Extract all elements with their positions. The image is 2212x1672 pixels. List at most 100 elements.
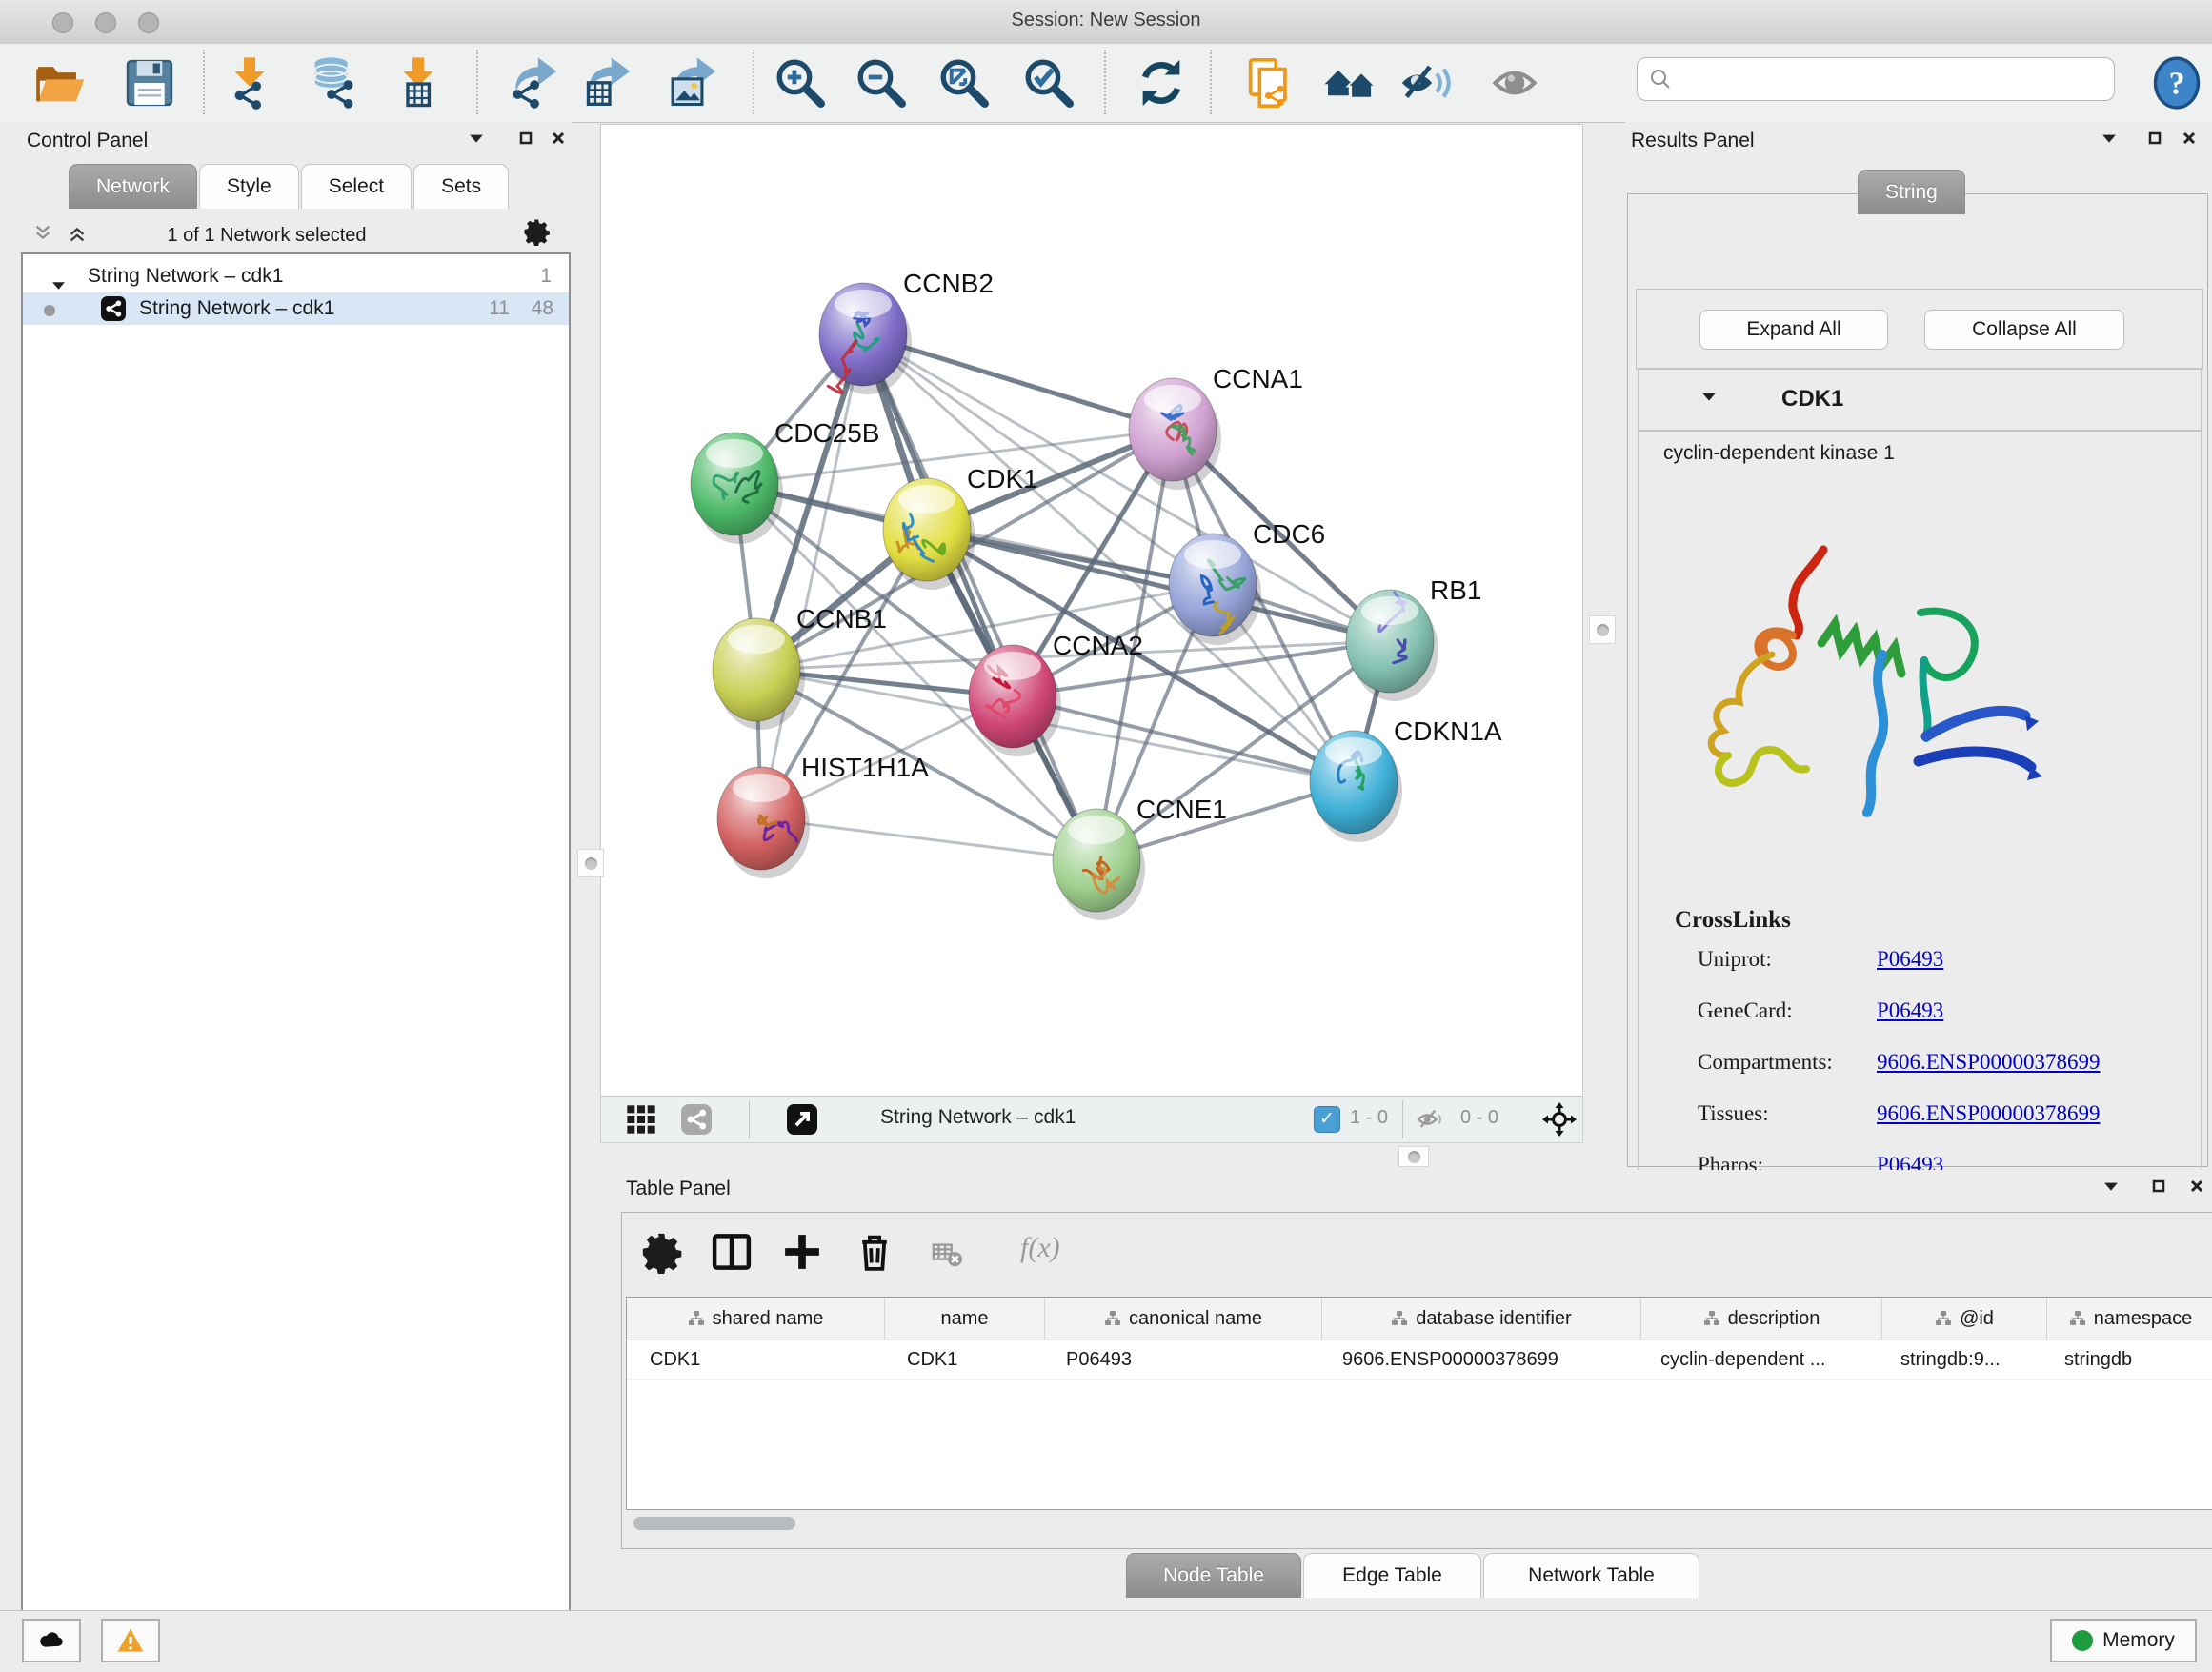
tab-style[interactable]: Style [199, 164, 299, 209]
table-row[interactable]: CDK1CDK1P064939606.ENSP00000378699cyclin… [627, 1340, 2212, 1380]
string-share-icon[interactable] [681, 1104, 712, 1135]
column-header-label: database identifier [1416, 1308, 1571, 1330]
crosslink-link[interactable]: P06493 [1877, 998, 1943, 1023]
node-label-cdkn1a: CDKN1A [1394, 716, 1502, 746]
selected-checkbox[interactable]: ✓ [1314, 1106, 1340, 1133]
tab-network[interactable]: Network [69, 164, 197, 209]
control-panel-float-icon[interactable] [518, 131, 539, 151]
column-header-description[interactable]: description [1641, 1298, 1882, 1340]
search-input[interactable] [1679, 61, 2102, 95]
table-panel-menu-icon[interactable] [2103, 1179, 2124, 1199]
collection-collapse-icon[interactable] [51, 269, 72, 288]
table-cell[interactable]: stringdb:9... [1878, 1340, 2041, 1379]
save-session-button[interactable] [122, 55, 177, 111]
show-columns-icon[interactable] [710, 1230, 754, 1274]
column-header--id[interactable]: @id [1882, 1298, 2047, 1340]
table-cell[interactable]: CDK1 [627, 1340, 884, 1379]
table-hscrollbar-thumb[interactable] [633, 1517, 795, 1530]
table-cell[interactable]: cyclin-dependent ... [1638, 1340, 1878, 1379]
results-panel-close-icon[interactable] [2182, 131, 2202, 151]
zoom-fit-button[interactable] [936, 55, 992, 111]
control-panel-close-icon[interactable] [551, 131, 572, 151]
table-tabs: Node TableEdge TableNetwork Table [1126, 1553, 1701, 1598]
table-cell[interactable]: P06493 [1043, 1340, 1319, 1379]
network-node-rb1[interactable] [1346, 590, 1438, 701]
zoom-out-button[interactable] [854, 55, 909, 111]
import-network-file-button[interactable] [222, 55, 277, 111]
export-network-button[interactable] [506, 55, 561, 111]
table-panel-float-icon[interactable] [2151, 1179, 2172, 1199]
network-node-cdk1[interactable] [883, 478, 975, 590]
help-button[interactable]: ? [2151, 55, 2202, 111]
tab-string[interactable]: String [1858, 170, 1965, 214]
column-header-database-identifier[interactable]: database identifier [1322, 1298, 1641, 1340]
left-splitter-grip[interactable] [577, 849, 604, 877]
network-node-cdc6[interactable] [1169, 534, 1261, 645]
column-header-label: canonical name [1129, 1308, 1262, 1330]
cloud-button[interactable] [22, 1619, 81, 1662]
table-cell[interactable]: CDK1 [884, 1340, 1043, 1379]
crosslink-link[interactable]: P06493 [1877, 947, 1943, 972]
network-canvas[interactable]: CCNB2CCNA1CDC25BCDK1CDC6RB1CCNB1CCNA2CDK… [600, 124, 1583, 1098]
bottom-splitter-grip[interactable] [1398, 1146, 1429, 1167]
show-eye-button[interactable] [1487, 55, 1542, 111]
network-node-cdkn1a[interactable] [1310, 731, 1402, 842]
export-table-button[interactable] [579, 55, 634, 111]
memory-button[interactable]: Memory [2050, 1619, 2197, 1662]
table-cell[interactable]: stringdb [2041, 1340, 2208, 1379]
column-header-name[interactable]: name [885, 1298, 1045, 1340]
homes-button[interactable] [1322, 55, 1377, 111]
network-collection-row[interactable]: String Network – cdk1 1 [23, 260, 569, 292]
right-splitter-grip[interactable] [1589, 615, 1616, 644]
crosslink-link[interactable]: 9606.ENSP00000378699 [1877, 1050, 2101, 1075]
gene-collapse-icon[interactable] [1701, 390, 1722, 409]
hide-panels-eye-button[interactable] [1398, 55, 1453, 111]
export-image-button[interactable] [665, 55, 720, 111]
network-row-selected[interactable]: String Network – cdk1 11 48 [23, 292, 569, 325]
zoom-selected-button[interactable] [1021, 55, 1076, 111]
fit-move-crosshair-icon[interactable] [1542, 1102, 1577, 1137]
warning-button[interactable] [101, 1619, 160, 1662]
network-node-ccne1[interactable] [1053, 809, 1145, 920]
tab-sets[interactable]: Sets [413, 164, 509, 209]
tab-select[interactable]: Select [301, 164, 412, 209]
popout-view-icon[interactable] [787, 1104, 817, 1135]
network-node-ccna1[interactable] [1129, 378, 1221, 490]
import-table-file-button[interactable] [391, 55, 446, 111]
column-header-label: @id [1960, 1308, 1994, 1330]
add-column-icon[interactable] [780, 1230, 824, 1274]
table-panel-close-icon[interactable] [2189, 1179, 2210, 1199]
column-header-canonical-name[interactable]: canonical name [1045, 1298, 1322, 1340]
column-header-shared-name[interactable]: shared name [627, 1298, 885, 1340]
network-node-ccna2[interactable] [969, 645, 1061, 756]
hidden-eye-slash-icon[interactable] [1415, 1104, 1445, 1135]
table-cell[interactable]: 9606.ENSP00000378699 [1319, 1340, 1638, 1379]
column-header-namespace[interactable]: namespace [2047, 1298, 2212, 1340]
results-panel-float-icon[interactable] [2147, 131, 2168, 151]
tab-node-table[interactable]: Node Table [1126, 1553, 1301, 1598]
table-gear-icon[interactable] [639, 1230, 683, 1274]
network-edge[interactable] [761, 334, 863, 818]
delete-column-trash-icon[interactable] [853, 1230, 896, 1274]
open-file-button[interactable] [32, 55, 88, 111]
zoom-in-button[interactable] [773, 55, 828, 111]
gene-section-header[interactable]: CDK1 [1638, 368, 2202, 432]
network-node-cdc25b[interactable] [691, 433, 783, 544]
refresh-view-button[interactable] [1134, 55, 1189, 111]
control-panel-menu-icon[interactable] [469, 131, 490, 151]
tab-network-table[interactable]: Network Table [1483, 1553, 1699, 1598]
tab-edge-table[interactable]: Edge Table [1303, 1553, 1481, 1598]
network-edge[interactable] [761, 818, 1096, 860]
crosslink-row: Tissues:9606.ENSP00000378699 [1675, 1101, 2189, 1153]
network-options-gear-icon[interactable] [522, 217, 543, 236]
import-network-database-button[interactable] [306, 55, 361, 111]
network-node-ccnb2[interactable] [819, 283, 912, 394]
network-node-hist1h1a[interactable] [717, 767, 810, 878]
collapse-all-button[interactable]: Collapse All [1924, 310, 2124, 350]
birdseye-grid-icon[interactable] [626, 1104, 656, 1135]
results-panel-menu-icon[interactable] [2101, 131, 2122, 151]
expand-all-button[interactable]: Expand All [1699, 310, 1888, 350]
network-node-ccnb1[interactable] [713, 618, 805, 730]
duplicate-network-button[interactable] [1241, 55, 1297, 111]
crosslink-link[interactable]: 9606.ENSP00000378699 [1877, 1101, 2101, 1126]
